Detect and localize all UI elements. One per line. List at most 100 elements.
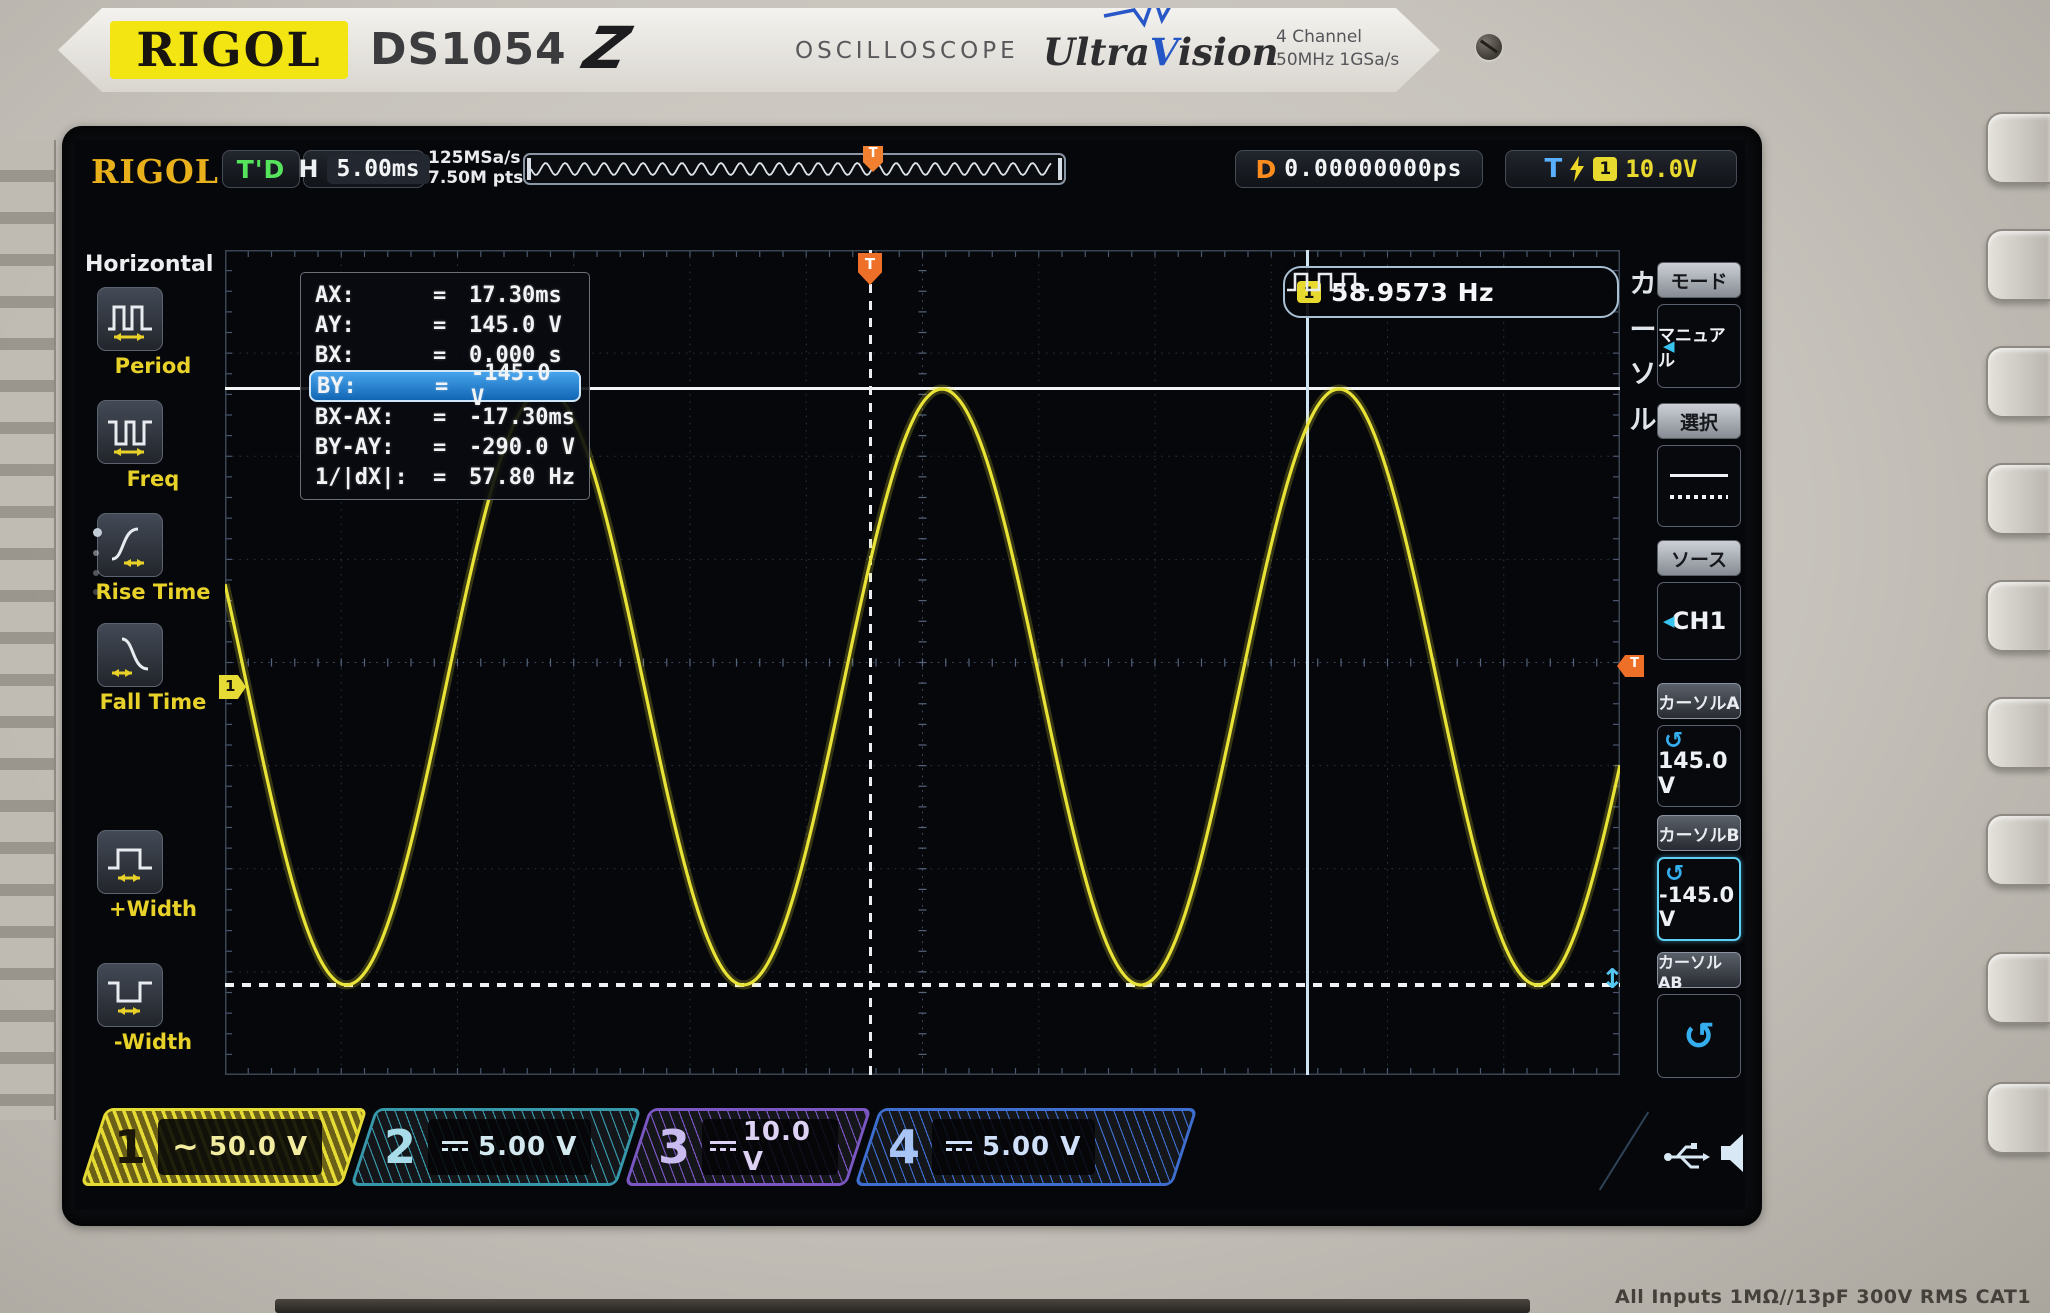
measure-button-rise-time[interactable]: Rise Time bbox=[97, 513, 163, 577]
delay-value: 0.00000000ps bbox=[1284, 156, 1462, 182]
measure-label: Period bbox=[84, 354, 222, 378]
cursor-row: BY-AY:=-290.0 V bbox=[309, 432, 581, 462]
page-indicator-dot bbox=[93, 589, 99, 595]
channel-chip-2[interactable]: 2 5.00 V bbox=[350, 1108, 641, 1186]
menu-value-cursor-b[interactable]: ↺ -145.0 V bbox=[1657, 857, 1741, 941]
page-indicator-dot bbox=[93, 550, 99, 556]
channel-chip-4[interactable]: 4 5.00 V bbox=[854, 1108, 1197, 1186]
side-button-3[interactable] bbox=[1986, 346, 2050, 418]
menu-section[interactable]: ソース ◀ CH1 bbox=[1657, 540, 1741, 660]
menu-value-line-style[interactable] bbox=[1657, 445, 1741, 527]
timebase-value: 5.00ms bbox=[327, 154, 430, 184]
corner-divider bbox=[1599, 1111, 1649, 1190]
channel-chip-1[interactable]: 1 ~ 50.0 V bbox=[80, 1108, 367, 1186]
trigger-status-box: T'D bbox=[222, 150, 300, 188]
bezel-screw bbox=[1476, 34, 1502, 60]
menu-header-mode[interactable]: モード bbox=[1657, 262, 1741, 298]
timebase-box[interactable]: H 5.00ms bbox=[303, 150, 425, 188]
menu-value-cursor-ab[interactable]: ↺ bbox=[1657, 994, 1741, 1078]
cursor-row: AY:=145.0 V bbox=[309, 310, 581, 340]
trigger-source-label: T bbox=[1545, 154, 1563, 184]
measure-button-fall-time[interactable]: Fall Time bbox=[97, 623, 163, 687]
menu-tab-char: ー bbox=[1626, 308, 1660, 347]
menu-header-select[interactable]: 選択 bbox=[1657, 403, 1741, 439]
menu-tab-char: ソ bbox=[1626, 352, 1660, 391]
trigger-status: T'D bbox=[237, 155, 285, 184]
screen-logo: RIGOL bbox=[91, 152, 219, 191]
edge-trigger-icon bbox=[1570, 156, 1585, 182]
channel-value-box: 10.0 V bbox=[702, 1119, 838, 1175]
menu-section[interactable]: 選択 bbox=[1657, 403, 1741, 527]
memory-waveform-icon bbox=[531, 157, 1058, 181]
menu-section[interactable]: モード ◀ マニュアル bbox=[1657, 262, 1741, 388]
model-number: DS1054 bbox=[370, 24, 567, 75]
channel-number: 3 bbox=[658, 1124, 690, 1170]
cursor-row: AX:=17.30ms bbox=[309, 280, 581, 310]
menu-tab-char: ル bbox=[1626, 398, 1660, 437]
frequency-counter: 1 58.9573 Hz bbox=[1283, 266, 1619, 318]
side-button-8[interactable] bbox=[1986, 952, 2050, 1024]
menu-header-cursor-b[interactable]: カーソルB bbox=[1657, 815, 1741, 851]
pos-width-icon bbox=[104, 838, 156, 886]
lcd-screen: RIGOL T'D H 5.00ms 125MSa/s 7.50M pts T … bbox=[62, 126, 1762, 1226]
measure-label: Rise Time bbox=[84, 580, 222, 604]
menu-section[interactable]: カーソルA ↺ 145.0 V bbox=[1657, 683, 1741, 807]
menu-section[interactable]: カーソルAB ↺ bbox=[1657, 952, 1741, 1078]
side-button-5[interactable] bbox=[1986, 580, 2050, 652]
side-button-2[interactable] bbox=[1986, 229, 2050, 301]
arrow-left-icon: ◀ bbox=[1663, 612, 1675, 630]
cursor-b-range-icon: ↕ bbox=[1601, 964, 1624, 995]
side-button-4[interactable] bbox=[1986, 463, 2050, 535]
rotate-knob-icon: ↺ bbox=[1664, 728, 1683, 754]
side-button-6[interactable] bbox=[1986, 697, 2050, 769]
menu-section[interactable]: カーソルB ↺ -145.0 V bbox=[1657, 815, 1741, 941]
menu-header-source[interactable]: ソース bbox=[1657, 540, 1741, 576]
side-button-7[interactable] bbox=[1986, 814, 2050, 886]
side-button-1[interactable] bbox=[1986, 112, 2050, 184]
menu-header-cursor-ab[interactable]: カーソルAB bbox=[1657, 952, 1741, 988]
menu-header-cursor-a[interactable]: カーソルA bbox=[1657, 683, 1741, 719]
cursor-row: BY:=-145.0 V bbox=[309, 370, 581, 402]
square-wave-icon bbox=[1285, 268, 1373, 294]
usb-icon bbox=[1663, 1136, 1711, 1178]
channel-value-box: ~ 50.0 V bbox=[158, 1119, 322, 1175]
channel-number: 1 bbox=[114, 1124, 146, 1170]
menu-value-cursor-a[interactable]: ↺ 145.0 V bbox=[1657, 725, 1741, 807]
measure-button-freq[interactable]: Freq bbox=[97, 400, 163, 464]
menu-value-source[interactable]: ◀ CH1 bbox=[1657, 582, 1741, 660]
arrow-left-icon: ◀ bbox=[1663, 337, 1675, 355]
side-button-9[interactable] bbox=[1986, 1082, 2050, 1154]
measure-button-neg-width[interactable]: -Width bbox=[97, 963, 163, 1027]
measure-label: Fall Time bbox=[84, 690, 222, 714]
menu-value-mode[interactable]: ◀ マニュアル bbox=[1657, 304, 1741, 388]
trigger-settings-box[interactable]: T 1 10.0V bbox=[1505, 150, 1737, 188]
period-icon bbox=[104, 295, 156, 343]
measure-label: +Width bbox=[84, 897, 222, 921]
bezel-ribs bbox=[0, 140, 56, 1120]
brand-logo: RIGOL bbox=[110, 21, 348, 79]
neg-width-icon bbox=[104, 971, 156, 1019]
trigger-level-marker-icon[interactable]: T bbox=[1617, 655, 1644, 677]
type-label: OSCILLOSCOPE bbox=[795, 38, 1019, 64]
trigger-delay-box[interactable]: D 0.00000000ps bbox=[1235, 150, 1483, 188]
memory-position-bar[interactable]: T bbox=[523, 153, 1066, 185]
ultravision-spike-icon bbox=[1100, 0, 1190, 28]
channel-scale: 50.0 V bbox=[209, 1132, 308, 1162]
channel-chip-3[interactable]: 3 10.0 V bbox=[624, 1108, 871, 1186]
model-banner: RIGOL DS1054 Z OSCILLOSCOPE UltraVision … bbox=[58, 8, 1440, 92]
trigger-channel-badge: 1 bbox=[1593, 157, 1617, 181]
dc-coupling-icon bbox=[442, 1141, 468, 1153]
line-style-solid-icon bbox=[1670, 474, 1728, 478]
graticule: T 1 T ↕ AX:=17.30ms AY:=145.0 V BX:=0.00… bbox=[225, 250, 1620, 1075]
input-rating-note: All Inputs 1MΩ//13pF 300V RMS CAT1 bbox=[1615, 1286, 2045, 1308]
case-shadow bbox=[275, 1299, 1530, 1313]
cursor-row: BX-AX:=-17.30ms bbox=[309, 402, 581, 432]
freq-icon bbox=[104, 408, 156, 456]
measure-button-pos-width[interactable]: +Width bbox=[97, 830, 163, 894]
measure-button-period[interactable]: Period bbox=[97, 287, 163, 351]
brand-text: RIGOL bbox=[136, 23, 321, 78]
rotate-knob-icon: ↺ bbox=[1683, 1014, 1715, 1058]
channel-value-box: 5.00 V bbox=[428, 1119, 591, 1175]
channel-value-box: 5.00 V bbox=[932, 1119, 1095, 1175]
delay-label: D bbox=[1256, 155, 1277, 184]
